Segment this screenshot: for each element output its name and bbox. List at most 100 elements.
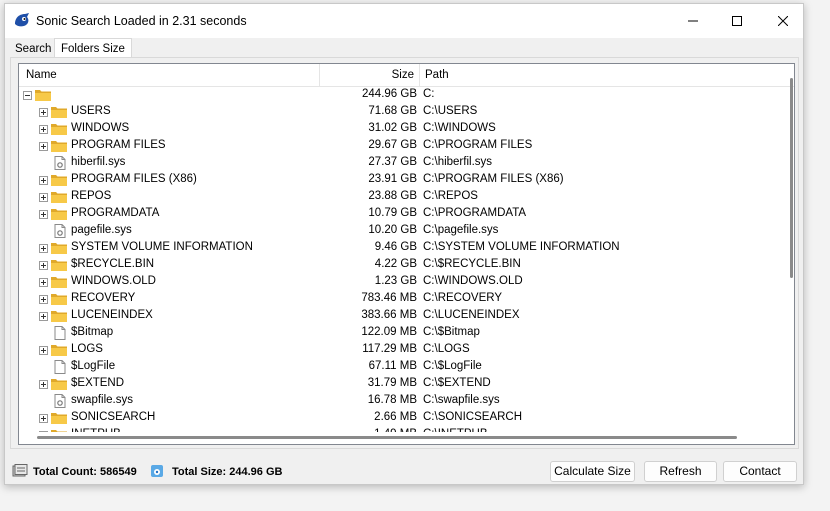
folder-tree-view[interactable]: Name Size Path 244.96 GB C: USERS 71.68 G… — [18, 63, 795, 445]
horizontal-scrollbar[interactable] — [37, 436, 737, 439]
close-button[interactable] — [760, 4, 806, 38]
expand-toggle[interactable] — [39, 278, 48, 287]
tree-row-size: 29.67 GB — [368, 139, 417, 151]
tree-row-name: USERS — [71, 105, 111, 117]
tree-row[interactable]: SYSTEM VOLUME INFORMATION 9.46 GB C:\SYSTE… — [19, 240, 789, 257]
tree-row-root[interactable]: 244.96 GB C: — [19, 87, 789, 104]
tree-row[interactable]: PROGRAM FILES (X86) 23.91 GB C:\PROGRAM FI… — [19, 172, 789, 189]
tab-search[interactable]: Search — [10, 41, 57, 58]
count-icon — [12, 464, 28, 478]
tree-row[interactable]: pagefile.sys 10.20 GB C:\pagefile.sys — [19, 223, 789, 240]
tree-row[interactable]: PROGRAM FILES 29.67 GB C:\PROGRAM FILES — [19, 138, 789, 155]
tree-row-path: C:\swapfile.sys — [423, 394, 500, 406]
tree-row-name: WINDOWS — [71, 122, 130, 134]
expand-toggle[interactable] — [39, 414, 48, 423]
expand-toggle[interactable] — [39, 108, 48, 117]
tree-row[interactable]: USERS 71.68 GB C:\USERS — [19, 104, 789, 121]
tree-row[interactable]: LUCENEINDEX 383.66 MB C:\LUCENEINDEX — [19, 308, 789, 325]
tree-row-path: C:\$LogFile — [423, 360, 482, 372]
tree-row-name: RECOVERY — [71, 292, 136, 304]
tree-row-path: C:\SYSTEM VOLUME INFORMATION — [423, 241, 620, 253]
tree-row[interactable]: $Bitmap 122.09 MB C:\$Bitmap — [19, 325, 789, 342]
tree-row[interactable]: WINDOWS 31.02 GB C:\WINDOWS — [19, 121, 789, 138]
folder-icon — [51, 190, 67, 204]
tree-row[interactable]: $EXTEND 31.79 MB C:\$EXTEND — [19, 376, 789, 393]
tree-row-size: 71.68 GB — [368, 105, 417, 117]
folder-icon — [51, 377, 67, 391]
refresh-button[interactable]: Refresh — [644, 461, 717, 482]
expand-toggle[interactable] — [39, 193, 48, 202]
expand-toggle[interactable] — [39, 346, 48, 355]
tree-row-size: 383.66 MB — [361, 309, 417, 321]
system-file-icon — [53, 394, 69, 408]
tree-row[interactable]: INETPUB 1.49 MB C:\INETPUB — [19, 427, 789, 432]
tree-row-size: 16.78 MB — [367, 394, 417, 406]
tree-row[interactable]: $LogFile 67.11 MB C:\$LogFile — [19, 359, 789, 376]
column-path-header[interactable]: Path — [425, 64, 449, 86]
tree-row-name: LOGS — [71, 343, 103, 355]
column-divider[interactable] — [319, 64, 320, 86]
title-bar: Sonic Search Loaded in 2.31 seconds — [5, 4, 803, 38]
file-icon — [53, 360, 69, 374]
tree-row-size: 9.46 GB — [374, 241, 417, 253]
tree-row[interactable]: REPOS 23.88 GB C:\REPOS — [19, 189, 789, 206]
system-file-icon — [53, 224, 69, 238]
minimize-icon — [688, 20, 698, 22]
expand-toggle[interactable] — [39, 210, 48, 219]
folder-icon — [51, 105, 67, 119]
tree-row-size: 31.02 GB — [368, 122, 417, 134]
tree-row[interactable]: WINDOWS.OLD 1.23 GB C:\WINDOWS.OLD — [19, 274, 789, 291]
tree-row-path: C:\USERS — [423, 105, 478, 117]
column-name-header[interactable]: Name — [26, 64, 57, 86]
size-icon — [150, 464, 166, 478]
total-size: Total Size: 244.96 GB — [172, 466, 283, 478]
tree-row-name: LUCENEINDEX — [71, 309, 153, 321]
tree-row-path: C:\hiberfil.sys — [423, 156, 493, 168]
collapse-toggle[interactable] — [23, 91, 32, 100]
tree-row[interactable]: swapfile.sys 16.78 MB C:\swapfile.sys — [19, 393, 789, 410]
tree-row-name: PROGRAMDATA — [71, 207, 160, 219]
maximize-button[interactable] — [714, 4, 760, 38]
expand-toggle[interactable] — [39, 176, 48, 185]
contact-button[interactable]: Contact — [723, 461, 797, 482]
tree-row[interactable]: $RECYCLE.BIN 4.22 GB C:\$RECYCLE.BIN — [19, 257, 789, 274]
tree-row-name: SONICSEARCH — [71, 411, 156, 423]
tree-row-size: 27.37 GB — [368, 156, 417, 168]
folder-icon — [51, 173, 67, 187]
tree-row-name: SYSTEM VOLUME INFORMATION — [71, 241, 253, 253]
tree-row-name: WINDOWS.OLD — [71, 275, 156, 287]
tree-row-name: pagefile.sys — [71, 224, 132, 236]
tree-row[interactable]: SONICSEARCH 2.66 MB C:\SONICSEARCH — [19, 410, 789, 427]
tree-row-path: C:\pagefile.sys — [423, 224, 499, 236]
expand-toggle[interactable] — [39, 142, 48, 151]
tree-row[interactable]: RECOVERY 783.46 MB C:\RECOVERY — [19, 291, 789, 308]
calculate-size-button[interactable]: Calculate Size — [550, 461, 635, 482]
tree-row-name: $EXTEND — [71, 377, 125, 389]
tree-row-name: $Bitmap — [71, 326, 114, 338]
column-divider[interactable] — [419, 64, 420, 86]
tree-row[interactable]: LOGS 117.29 MB C:\LOGS — [19, 342, 789, 359]
expand-toggle[interactable] — [39, 295, 48, 304]
tree-row-path: C:\$RECYCLE.BIN — [423, 258, 521, 270]
expand-toggle[interactable] — [39, 261, 48, 270]
total-count: Total Count: 586549 — [33, 466, 137, 478]
expand-toggle[interactable] — [39, 244, 48, 253]
vertical-scrollbar[interactable] — [790, 78, 793, 278]
minimize-button[interactable] — [670, 4, 716, 38]
expand-toggle[interactable] — [39, 125, 48, 134]
column-size-header[interactable]: Size — [339, 64, 414, 86]
expand-toggle[interactable] — [39, 312, 48, 321]
tree-row-name: $RECYCLE.BIN — [71, 258, 155, 270]
tree-row-path: C:\INETPUB — [423, 428, 488, 432]
tree-row-size: 244.96 GB — [362, 88, 417, 100]
tree-row[interactable]: PROGRAMDATA 10.79 GB C:\PROGRAMDATA — [19, 206, 789, 223]
expand-toggle[interactable] — [39, 380, 48, 389]
tab-folders-size[interactable]: Folders Size — [54, 38, 132, 59]
tree-row[interactable]: hiberfil.sys 27.37 GB C:\hiberfil.sys — [19, 155, 789, 172]
tree-row-name: INETPUB — [71, 428, 121, 432]
tree-row-size: 23.91 GB — [368, 173, 417, 185]
folder-icon — [51, 292, 67, 306]
tree-row-name: $LogFile — [71, 360, 116, 372]
expand-toggle[interactable] — [39, 431, 48, 432]
folder-icon — [51, 411, 67, 425]
